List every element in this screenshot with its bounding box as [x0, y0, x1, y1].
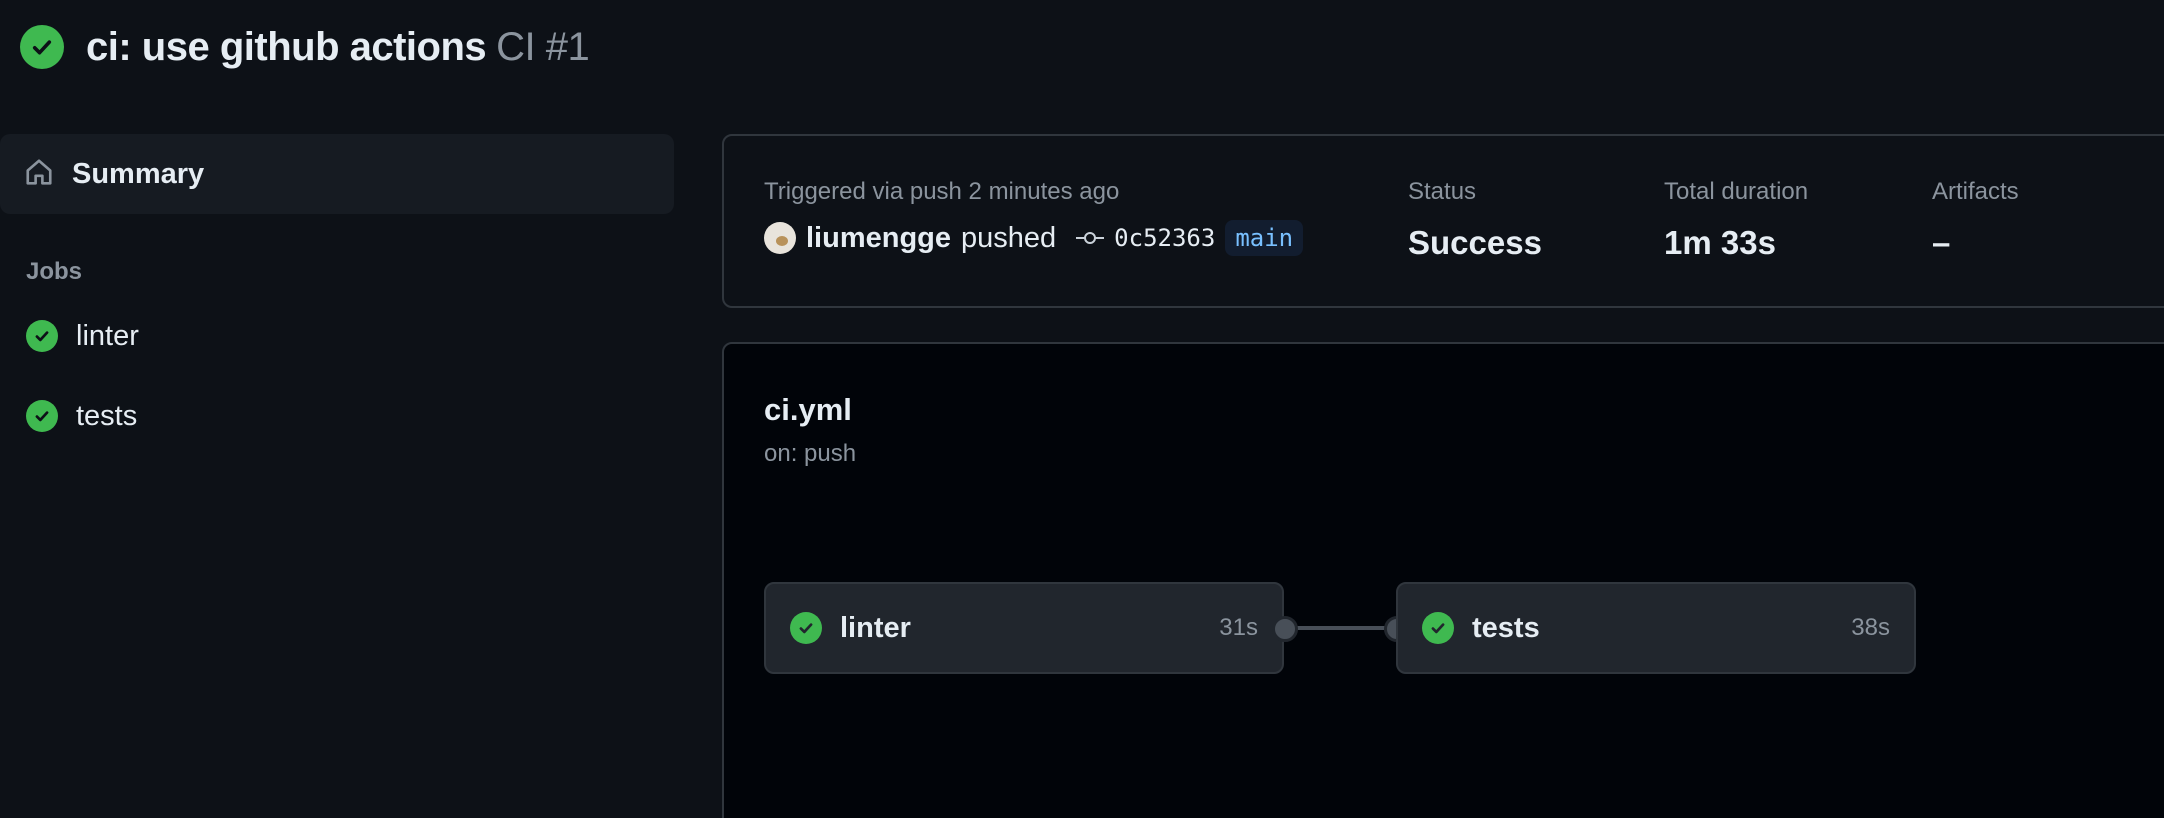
check-circle-icon [26, 400, 58, 432]
run-header: ci: use github actions CI #1 [20, 22, 590, 72]
workflow-file-name: ci.yml [764, 392, 852, 427]
sidebar-item-label: Summary [72, 157, 205, 190]
sidebar-item-summary[interactable]: Summary [0, 134, 674, 214]
duration-value: 1m 33s [1664, 224, 1776, 261]
avatar[interactable] [764, 222, 796, 254]
trigger-text: Triggered via push 2 minutes ago [764, 178, 1120, 205]
sidebar-item-tests[interactable]: tests [0, 376, 674, 456]
check-circle-icon [1422, 612, 1454, 644]
sidebar-item-linter[interactable]: linter [0, 296, 674, 376]
page-title: ci: use github actions CI #1 [86, 24, 590, 70]
branch-badge[interactable]: main [1225, 220, 1304, 256]
run-title-text: ci: use github actions [86, 24, 487, 69]
home-icon [24, 157, 54, 192]
job-node-linter[interactable]: linter 31s [764, 582, 1284, 674]
job-duration: 38s [1851, 614, 1890, 641]
sidebar-item-label: tests [76, 399, 138, 432]
workflow-run-page: ci: use github actions CI #1 Summary Jobs… [0, 0, 2164, 818]
job-name: tests [1472, 611, 1540, 644]
connector-dot [1272, 616, 1298, 642]
job-connector-line [1284, 626, 1396, 630]
workflow-run-number: CI #1 [496, 24, 590, 69]
workflow-trigger: on: push [764, 440, 857, 467]
sidebar-item-label: linter [76, 319, 139, 352]
commit-sha-link[interactable]: 0c52363 [1114, 224, 1215, 252]
check-circle-icon [790, 612, 822, 644]
job-duration: 31s [1219, 614, 1258, 641]
status-label: Status [1408, 178, 1477, 205]
check-circle-icon [20, 25, 64, 69]
artifacts-column: Artifacts – [1932, 178, 2019, 262]
job-name: linter [840, 611, 911, 644]
run-summary-card: Triggered via push 2 minutes ago liumeng… [722, 134, 2164, 308]
check-circle-icon [26, 320, 58, 352]
job-node-tests[interactable]: tests 38s [1396, 582, 1916, 674]
artifacts-value: – [1932, 224, 1951, 261]
push-verb: pushed [961, 221, 1057, 254]
duration-label: Total duration [1664, 178, 1809, 205]
trigger-details: liumengge pushed 0c52363 main [764, 220, 1304, 256]
status-value: Success [1408, 224, 1542, 261]
git-commit-icon [1076, 228, 1105, 248]
jobs-heading: Jobs [26, 258, 83, 285]
status-column: Status Success [1408, 178, 1542, 262]
jobs-list: linter tests [0, 296, 674, 456]
sidebar: Summary Jobs linter tests [0, 134, 674, 456]
artifacts-label: Artifacts [1932, 178, 2019, 205]
trigger-column: Triggered via push 2 minutes ago liumeng… [764, 178, 1304, 256]
duration-column: Total duration 1m 33s [1664, 178, 1808, 262]
user-link[interactable]: liumengge [806, 222, 951, 255]
workflow-graph-card: ci.yml on: push linter 31s tests 38s [722, 342, 2164, 818]
